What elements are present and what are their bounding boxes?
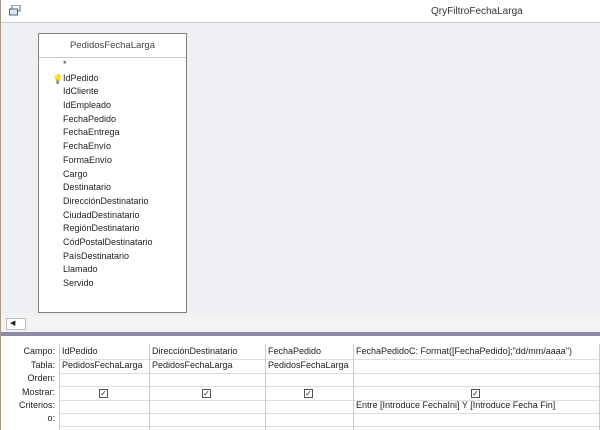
- field-name: IdCliente: [63, 86, 99, 97]
- primary-key-icon: 💡: [52, 73, 64, 84]
- field-item[interactable]: DirecciónDestinatario: [39, 195, 186, 209]
- column-divider: [353, 344, 354, 430]
- field-item[interactable]: FechaPedido: [39, 113, 186, 127]
- grid-cell-criterios[interactable]: Entre [Introduce FechaIni] Y [Introduce …: [353, 400, 555, 410]
- row-divider: [59, 373, 599, 374]
- field-name: *: [63, 59, 67, 69]
- grid-cell-campo[interactable]: IdPedido: [59, 346, 98, 356]
- field-item[interactable]: PaísDestinatario: [39, 250, 186, 264]
- horizontal-scrollbar[interactable]: ◀: [1, 316, 600, 332]
- field-name: DirecciónDestinatario: [63, 195, 149, 206]
- window-title: QryFiltroFechaLarga: [431, 6, 523, 17]
- field-item[interactable]: FormaEnvío: [39, 154, 186, 168]
- grid-cell-campo[interactable]: FechaPedidoC: Format([FechaPedido];"dd/m…: [353, 346, 572, 356]
- field-name: IdPedido: [63, 72, 99, 83]
- row-divider: [59, 413, 599, 414]
- field-name: Cargo: [63, 168, 88, 179]
- scroll-left-button[interactable]: ◀: [6, 318, 26, 330]
- field-name: FormaEnvío: [63, 154, 113, 165]
- field-name: Servido: [63, 278, 94, 288]
- column-divider: [59, 344, 60, 430]
- row-divider: [59, 386, 599, 387]
- field-name: FechaEnvío: [63, 141, 112, 152]
- row-label-campo: Campo:: [23, 346, 55, 356]
- field-item[interactable]: Llamado: [39, 263, 186, 277]
- grid-cell-campo[interactable]: FechaPedido: [265, 346, 321, 356]
- field-item[interactable]: Servido: [39, 277, 186, 291]
- show-checkbox[interactable]: ✓: [99, 389, 108, 398]
- field-item[interactable]: FechaEnvío: [39, 140, 186, 154]
- grid-cell-campo[interactable]: DirecciónDestinatario: [149, 346, 238, 356]
- table-name[interactable]: PedidosFechaLarga: [39, 34, 186, 58]
- grid-cell-tabla[interactable]: PedidosFechaLarga: [59, 360, 143, 370]
- field-item[interactable]: FechaEntrega: [39, 126, 186, 140]
- grid-cell-tabla[interactable]: PedidosFechaLarga: [265, 360, 349, 370]
- field-name: RegiónDestinatario: [63, 223, 140, 234]
- field-name: Llamado: [63, 264, 98, 275]
- field-item[interactable]: CódPostalDestinatario: [39, 236, 186, 250]
- field-item[interactable]: 💡 IdPedido: [39, 72, 186, 86]
- field-name: CódPostalDestinatario: [63, 236, 153, 247]
- field-item[interactable]: IdCliente: [39, 85, 186, 99]
- field-item[interactable]: CiudadDestinatario: [39, 209, 186, 223]
- field-item[interactable]: Destinatario: [39, 181, 186, 195]
- row-divider: [59, 426, 599, 427]
- table-field-list[interactable]: PedidosFechaLarga * 💡 IdPedido IdCliente IdE…: [38, 33, 187, 313]
- grid-cell-tabla[interactable]: PedidosFechaLarga: [149, 360, 233, 370]
- field-item[interactable]: IdEmpleado: [39, 99, 186, 113]
- title-bar: QryFiltroFechaLarga: [1, 0, 600, 23]
- row-label-criterios: Criterios:: [18, 400, 55, 410]
- field-name: CiudadDestinatario: [63, 209, 140, 220]
- field-name: FechaEntrega: [63, 127, 120, 138]
- field-item[interactable]: RegiónDestinatario: [39, 222, 186, 236]
- query-window-icon: [9, 5, 21, 16]
- column-divider: [149, 344, 150, 430]
- row-label-orden: Orden:: [27, 373, 55, 383]
- field-name: FechaPedido: [63, 113, 117, 124]
- column-divider: [265, 344, 266, 430]
- field-item[interactable]: *: [39, 58, 186, 72]
- field-name: PaísDestinatario: [63, 250, 130, 261]
- row-label-o: o:: [47, 413, 55, 423]
- query-design-grid: Campo: Tabla: Orden: Mostrar: Criterios: o: Id…: [1, 336, 600, 430]
- row-label-mostrar: Mostrar:: [21, 387, 55, 397]
- field-name: IdEmpleado: [63, 100, 112, 111]
- row-label-tabla: Tabla:: [30, 360, 55, 370]
- show-checkbox[interactable]: ✓: [202, 389, 211, 398]
- show-checkbox[interactable]: ✓: [471, 389, 480, 398]
- field-name: Destinatario: [63, 182, 112, 193]
- show-checkbox[interactable]: ✓: [304, 389, 313, 398]
- field-item[interactable]: Cargo: [39, 168, 186, 182]
